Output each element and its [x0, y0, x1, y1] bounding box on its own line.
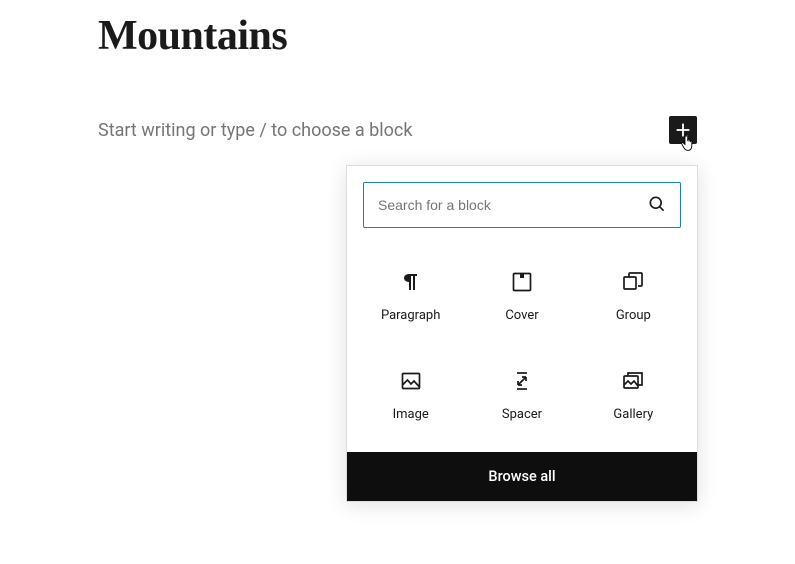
- empty-paragraph-row: Start writing or type / to choose a bloc…: [98, 116, 697, 144]
- block-option-label: Spacer: [502, 407, 542, 422]
- browse-all-button[interactable]: Browse all: [347, 452, 697, 501]
- block-placeholder-text[interactable]: Start writing or type / to choose a bloc…: [98, 120, 412, 141]
- block-option-spacer[interactable]: Spacer: [466, 351, 577, 432]
- page-title[interactable]: Mountains: [98, 12, 697, 60]
- block-option-cover[interactable]: Cover: [466, 252, 577, 333]
- block-search-wrap: [347, 166, 697, 244]
- gallery-icon: [621, 369, 645, 393]
- block-option-label: Image: [393, 407, 429, 422]
- editor-canvas: Mountains Start writing or type / to cho…: [0, 0, 795, 144]
- block-inserter-toggle[interactable]: [669, 116, 697, 144]
- image-icon: [399, 369, 423, 393]
- block-option-paragraph[interactable]: Paragraph: [355, 252, 466, 333]
- block-option-label: Cover: [505, 308, 538, 323]
- group-icon: [621, 270, 645, 294]
- blocks-grid: Paragraph Cover Group Image Spacer: [347, 244, 697, 452]
- block-option-label: Gallery: [613, 407, 653, 422]
- block-option-gallery[interactable]: Gallery: [578, 351, 689, 432]
- block-search-input[interactable]: [363, 182, 681, 228]
- cursor-pointer-icon: [679, 132, 701, 154]
- block-option-group[interactable]: Group: [578, 252, 689, 333]
- paragraph-icon: [399, 270, 423, 294]
- block-option-label: Paragraph: [381, 308, 440, 323]
- block-inserter-popover: Paragraph Cover Group Image Spacer: [346, 165, 698, 502]
- block-option-image[interactable]: Image: [355, 351, 466, 432]
- cover-icon: [510, 270, 534, 294]
- spacer-icon: [510, 369, 534, 393]
- block-option-label: Group: [616, 308, 651, 323]
